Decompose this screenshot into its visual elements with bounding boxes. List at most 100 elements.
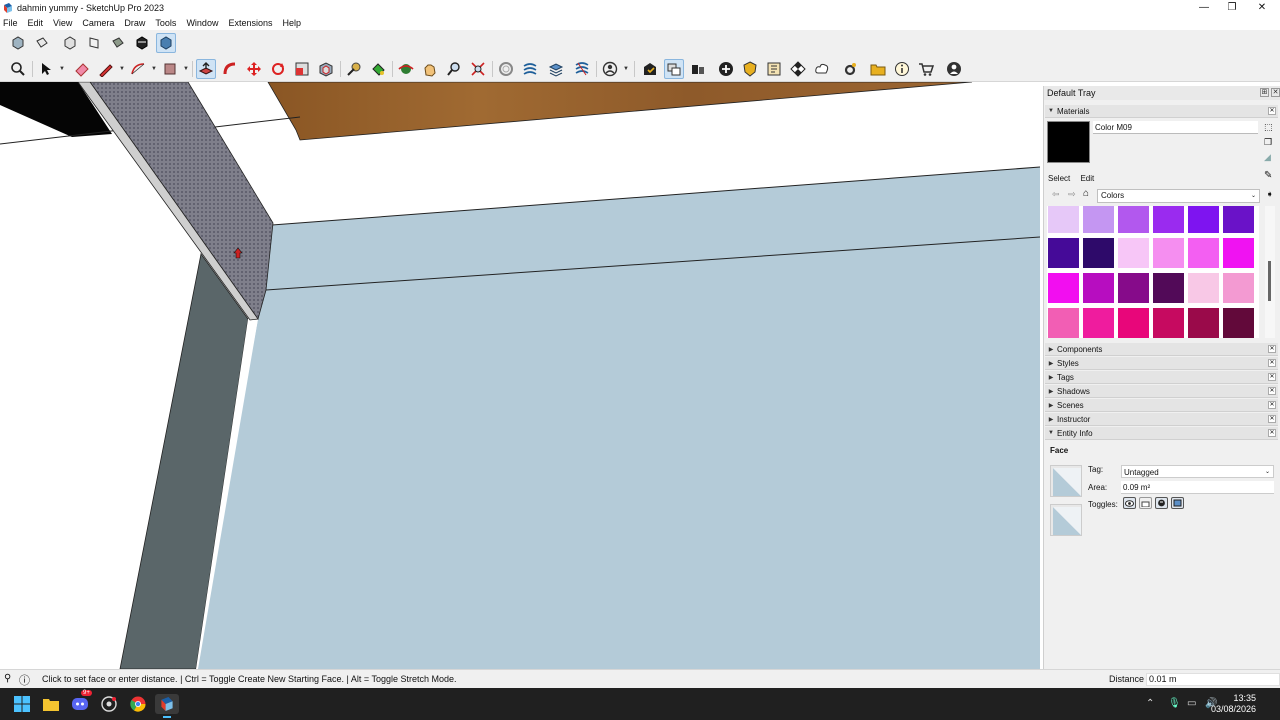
material-swatch[interactable]	[1222, 206, 1255, 234]
eraser-icon[interactable]	[72, 59, 92, 79]
material-swatch[interactable]	[1082, 272, 1115, 304]
front-view-icon[interactable]	[60, 33, 80, 53]
3d-viewport[interactable]	[0, 82, 1040, 669]
pan-hand-icon[interactable]	[420, 59, 440, 79]
shadows-panel-header[interactable]: ▶ Shadows ✕	[1045, 385, 1278, 398]
tags-panel-header[interactable]: ▶ Tags ✕	[1045, 371, 1278, 384]
sandbox-icon[interactable]	[520, 59, 540, 79]
section-plane-icon[interactable]	[496, 59, 516, 79]
material-swatch[interactable]	[1222, 307, 1255, 338]
info-icon[interactable]	[892, 59, 912, 79]
menu-camera[interactable]: Camera	[82, 18, 114, 28]
checker-icon[interactable]	[788, 59, 808, 79]
details-arrow-icon[interactable]: ➧	[1266, 189, 1274, 200]
tab-edit[interactable]: Edit	[1080, 174, 1094, 183]
materials-panel-header[interactable]: ▼ Materials ✕	[1045, 105, 1278, 118]
material-swatch[interactable]	[1152, 272, 1185, 304]
chevron-down-icon[interactable]: ▼	[183, 66, 189, 72]
maximize-button[interactable]: ❐	[1217, 0, 1247, 15]
follow-me-icon[interactable]	[220, 59, 240, 79]
receive-shadows-toggle-icon[interactable]	[1155, 497, 1168, 509]
close-icon[interactable]: ✕	[1268, 415, 1276, 423]
home-icon[interactable]: ⌂	[1083, 188, 1089, 199]
swatch-scrollbar[interactable]	[1265, 206, 1275, 338]
offset-icon[interactable]	[316, 59, 336, 79]
close-icon[interactable]: ✕	[1268, 401, 1276, 409]
textured-style-icon[interactable]	[156, 33, 176, 53]
material-swatch[interactable]	[1187, 307, 1220, 338]
material-swatch[interactable]	[1082, 237, 1115, 269]
iso-view-icon[interactable]	[8, 33, 28, 53]
material-swatch[interactable]	[1117, 272, 1150, 304]
back-view-icon[interactable]	[108, 33, 128, 53]
chevron-down-icon[interactable]: ▼	[623, 66, 629, 72]
scale-icon[interactable]	[292, 59, 312, 79]
cart-icon[interactable]	[916, 59, 936, 79]
paint-bucket-icon[interactable]	[368, 59, 388, 79]
lock-toggle-icon[interactable]	[1139, 497, 1152, 509]
wood-beam[interactable]	[267, 82, 973, 141]
menu-extensions[interactable]: Extensions	[228, 18, 272, 28]
layout-icon[interactable]	[764, 59, 784, 79]
warehouse-icon[interactable]	[640, 59, 660, 79]
back-arrow-icon[interactable]: ⇦	[1052, 189, 1060, 200]
model-canvas[interactable]	[0, 82, 1040, 669]
search-icon[interactable]	[8, 59, 28, 79]
components-icon[interactable]	[664, 59, 684, 79]
light-blue-wall[interactable]	[194, 166, 1040, 669]
material-swatch[interactable]	[1152, 307, 1185, 338]
tag-select[interactable]: Untagged ⌄	[1121, 465, 1274, 478]
close-icon[interactable]: ✕	[1268, 107, 1276, 115]
close-icon[interactable]: ✕	[1268, 429, 1276, 437]
shaded-style-icon[interactable]	[132, 33, 152, 53]
default-material-icon[interactable]: ◢	[1264, 152, 1271, 163]
rotate-icon[interactable]	[268, 59, 288, 79]
add-icon[interactable]	[716, 59, 736, 79]
entity-info-panel-header[interactable]: ▼ Entity Info ✕	[1045, 427, 1278, 440]
chevron-down-icon[interactable]: ▼	[151, 66, 157, 72]
material-swatch[interactable]	[1187, 272, 1220, 304]
menu-window[interactable]: Window	[186, 18, 218, 28]
arc-icon[interactable]	[128, 59, 148, 79]
windows-start-icon[interactable]	[12, 694, 32, 714]
geo-location-icon[interactable]: ⚲	[4, 673, 11, 684]
menu-tools[interactable]: Tools	[155, 18, 176, 28]
menu-file[interactable]: File	[3, 18, 18, 28]
sketchup-taskbar-icon[interactable]	[155, 694, 179, 718]
discord-icon[interactable]: 9+	[70, 690, 92, 714]
scenes-icon[interactable]	[688, 59, 708, 79]
select-arrow-icon[interactable]	[36, 59, 56, 79]
material-swatch[interactable]	[1117, 237, 1150, 269]
pin-icon[interactable]: ⊞	[1260, 88, 1269, 97]
styles-panel-header[interactable]: ▶ Styles ✕	[1045, 357, 1278, 370]
collection-select[interactable]: Colors ⌄	[1097, 189, 1260, 203]
close-icon[interactable]: ✕	[1268, 373, 1276, 381]
tape-measure-icon[interactable]	[344, 59, 364, 79]
zoom-icon[interactable]	[444, 59, 464, 79]
rectangle-icon[interactable]	[160, 59, 180, 79]
material-name-field[interactable]: Color M09	[1093, 121, 1258, 134]
system-clock[interactable]: 13:35 03/08/2026	[1211, 693, 1256, 715]
chevron-up-icon[interactable]: ⌃	[1146, 698, 1154, 709]
material-swatch[interactable]	[1117, 206, 1150, 234]
create-material-icon[interactable]: ⬚	[1264, 122, 1273, 133]
orbit-icon[interactable]	[396, 59, 416, 79]
material-swatch[interactable]	[1082, 307, 1115, 338]
material-swatch[interactable]	[1152, 206, 1185, 234]
gear-icon[interactable]	[840, 59, 860, 79]
chevron-down-icon[interactable]: ▼	[59, 66, 65, 72]
material-swatch[interactable]	[1222, 237, 1255, 269]
file-explorer-icon[interactable]	[41, 694, 61, 714]
profile-icon[interactable]	[944, 59, 964, 79]
menu-help[interactable]: Help	[282, 18, 301, 28]
material-swatch[interactable]	[1047, 237, 1080, 269]
close-button[interactable]: ✕	[1247, 0, 1277, 15]
instructor-panel-header[interactable]: ▶ Instructor ✕	[1045, 413, 1278, 426]
close-icon[interactable]: ✕	[1268, 359, 1276, 367]
scenes-panel-header[interactable]: ▶ Scenes ✕	[1045, 399, 1278, 412]
github-desktop-icon[interactable]	[99, 694, 119, 714]
close-icon[interactable]: ✕	[1271, 88, 1280, 97]
top-view-icon[interactable]	[32, 33, 52, 53]
eyedropper-icon[interactable]: ✎	[1264, 170, 1272, 181]
cube-icon[interactable]: ❒	[1264, 137, 1272, 148]
